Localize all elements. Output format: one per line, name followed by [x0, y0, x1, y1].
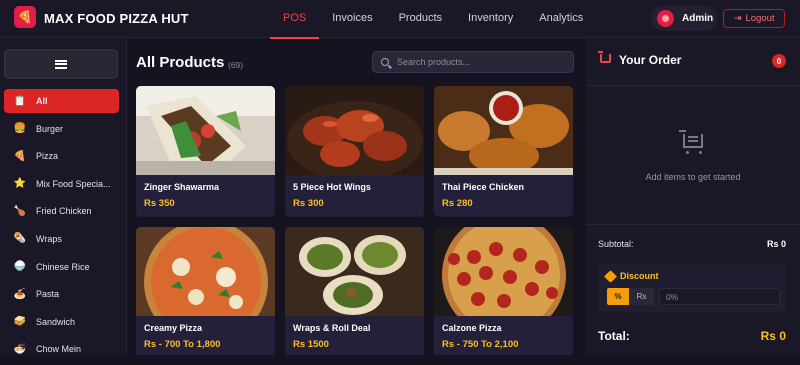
category-item-chow-mein[interactable]: 🍜 Chow Mein	[4, 337, 119, 361]
product-price: Rs 280	[442, 198, 473, 209]
product-price: Rs 350	[144, 198, 175, 209]
product-name: Wraps & Roll Deal	[293, 323, 371, 333]
category-label: All	[36, 96, 48, 106]
nav-tab-analytics[interactable]: Analytics	[526, 0, 596, 38]
pasta-icon: 🍝	[13, 288, 27, 300]
avatar	[657, 10, 674, 27]
burger-icon: 🍔	[13, 123, 27, 135]
product-name: Zinger Shawarma	[144, 182, 220, 192]
empty-cart-icon	[679, 130, 703, 148]
hamburger-icon	[55, 59, 67, 69]
nav-tab-pos[interactable]: POS	[270, 0, 320, 39]
product-name: Calzone Pizza	[442, 323, 502, 333]
discount-label: Discount	[620, 271, 659, 281]
category-item-sandwich[interactable]: 🥪 Sandwich	[4, 310, 119, 334]
calzone-pizza-image	[434, 227, 573, 316]
user-name: Admin	[682, 13, 714, 24]
category-label: Chinese Rice	[36, 261, 90, 272]
product-card-wraps-roll-deal[interactable]: Wraps & Roll Deal Rs 1500	[285, 227, 424, 355]
category-item-fried-chicken[interactable]: 🍗 Fried Chicken	[4, 199, 119, 223]
clipboard-icon: 📋	[13, 95, 27, 107]
sandwich-icon: 🥪	[13, 316, 27, 328]
product-card-calzone-pizza[interactable]: Calzone Pizza Rs - 750 To 2,100	[434, 227, 573, 355]
product-card-creamy-pizza[interactable]: Creamy Pizza Rs - 700 To 1,800	[136, 227, 275, 355]
discount-input[interactable]: 0%	[659, 288, 780, 305]
product-card-zinger-shawarma[interactable]: Zinger Shawarma Rs 350	[136, 86, 275, 217]
total-value: Rs 0	[760, 329, 786, 343]
product-name: Creamy Pizza	[144, 323, 203, 333]
brand-name: MAX FOOD PIZZA HUT	[44, 11, 189, 26]
order-panel: Your Order 0 Add items to get started Su…	[586, 39, 800, 355]
category-item-pizza[interactable]: 🍕 Pizza	[4, 144, 119, 168]
subtotal-label: Subtotal:	[598, 239, 634, 249]
empty-order-area	[586, 85, 800, 225]
noodles-icon: 🍜	[13, 343, 27, 355]
order-count-badge: 0	[772, 54, 786, 68]
discount-section: Discount % Rs 0%	[598, 264, 786, 312]
top-bar: 🍕 MAX FOOD PIZZA HUT POS Invoices Produc…	[0, 0, 800, 39]
nav-tab-invoices[interactable]: Invoices	[319, 0, 385, 38]
category-label: Pizza	[36, 151, 59, 162]
logout-icon: ⇥	[733, 13, 742, 24]
discount-percent-toggle[interactable]: %	[607, 288, 629, 305]
category-item-all[interactable]: 📋 All	[4, 89, 119, 113]
category-item-wraps[interactable]: 🌯 Wraps	[4, 227, 119, 251]
pizza-logo-icon: 🍕	[14, 6, 36, 28]
zinger-shawarma-image	[136, 86, 275, 175]
product-card-thai-piece-chicken[interactable]: Thai Piece Chicken Rs 280	[434, 86, 573, 217]
cart-icon	[598, 51, 611, 63]
category-item-burger[interactable]: 🍔 Burger	[4, 117, 119, 141]
hot-wings-image	[285, 86, 424, 175]
category-label: Pasta	[36, 289, 60, 300]
search-icon	[381, 58, 389, 66]
category-label: Burger	[36, 123, 64, 134]
product-count: (69)	[228, 60, 244, 70]
logout-button[interactable]: ⇥ Logout	[723, 9, 785, 28]
page-title: All Products	[136, 54, 225, 71]
category-label: Chow Mein	[36, 344, 82, 355]
product-name: 5 Piece Hot Wings	[293, 182, 371, 192]
pizza-icon: 🍕	[13, 150, 27, 162]
nav-tab-inventory[interactable]: Inventory	[455, 0, 526, 38]
total-label: Total:	[598, 329, 630, 343]
search-placeholder: Search products...	[397, 57, 471, 67]
logout-label: Logout	[745, 13, 775, 24]
product-price: Rs 300	[293, 198, 324, 209]
order-title: Your Order	[619, 53, 682, 67]
category-item-pasta[interactable]: 🍝 Pasta	[4, 282, 119, 306]
user-menu[interactable]: Admin	[651, 6, 717, 31]
creamy-pizza-image	[136, 227, 275, 316]
nav-tab-products[interactable]: Products	[386, 0, 455, 38]
wrap-icon: 🌯	[13, 233, 27, 245]
product-price: Rs 1500	[293, 339, 329, 350]
category-sidebar: 📋 All 🍔 Burger 🍕 Pizza ⭐ Mix Food Specia... …	[0, 39, 127, 355]
wraps-roll-image	[285, 227, 424, 316]
products-panel: All Products (69) Search products... Zin…	[128, 39, 585, 355]
category-item-chinese-rice[interactable]: 🍚 Chinese Rice	[4, 255, 119, 279]
category-label: Fried Chicken	[36, 206, 92, 217]
thai-chicken-image	[434, 86, 573, 175]
rice-icon: 🍚	[13, 261, 27, 273]
category-list: 📋 All 🍔 Burger 🍕 Pizza ⭐ Mix Food Specia... …	[4, 89, 119, 365]
star-icon: ⭐	[13, 178, 27, 190]
category-item-mix-food[interactable]: ⭐ Mix Food Specia...	[4, 172, 119, 196]
tag-icon	[604, 270, 617, 283]
category-label: Mix Food Specia...	[36, 178, 111, 189]
main-nav: POS Invoices Products Inventory Analytic…	[270, 0, 596, 39]
product-card-hot-wings[interactable]: 5 Piece Hot Wings Rs 300	[285, 86, 424, 217]
chicken-leg-icon: 🍗	[13, 205, 27, 217]
category-label: Sandwich	[36, 316, 76, 327]
subtotal-value: Rs 0	[766, 239, 786, 249]
product-price: Rs - 750 To 2,100	[442, 339, 519, 350]
search-input[interactable]: Search products...	[372, 51, 574, 73]
product-price: Rs - 700 To 1,800	[144, 339, 221, 350]
category-label: Wraps	[36, 233, 62, 244]
empty-order-text: Add items to get started	[645, 172, 741, 182]
menu-toggle-button[interactable]	[4, 49, 118, 79]
cart-wheels-icon	[686, 151, 702, 154]
discount-rs-toggle[interactable]: Rs	[629, 288, 654, 305]
product-name: Thai Piece Chicken	[442, 182, 525, 192]
